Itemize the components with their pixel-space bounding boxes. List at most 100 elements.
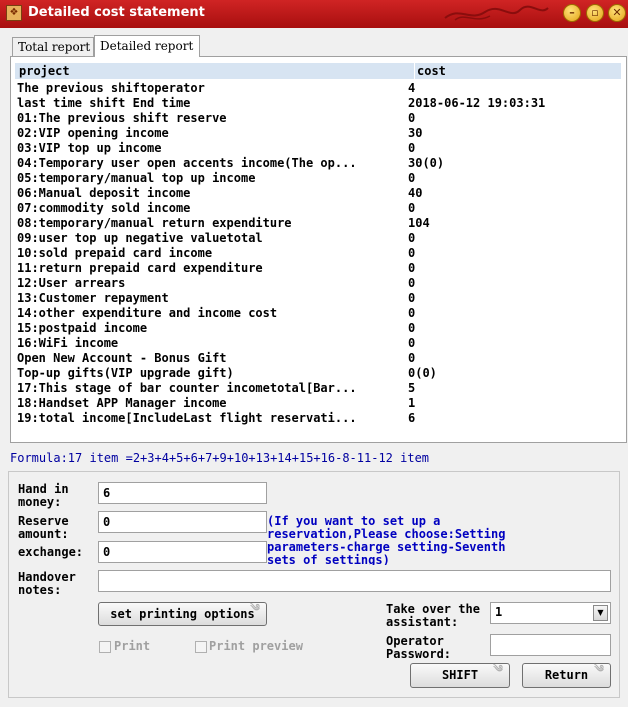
chevron-down-icon[interactable]: ▼ [593, 605, 608, 621]
shift-button[interactable]: SHIFT ༄ [410, 663, 510, 688]
row-project-cell: 03:VIP top up income [17, 141, 162, 155]
hand-in-money-label: Hand in money: [18, 483, 69, 509]
swirl-decoration-icon: ༄ [594, 664, 604, 675]
reserve-amount-label-line2: amount: [18, 527, 69, 541]
row-cost-cell: 30 [408, 126, 423, 140]
take-over-assistant-select[interactable]: 1 ▼ [490, 602, 611, 624]
take-over-assistant-value: 1 [495, 605, 503, 619]
row-project-cell: Open New Account - Bonus Gift [17, 351, 227, 365]
row-project-cell: 02:VIP opening income [17, 126, 169, 140]
row-project-cell: 04:Temporary user open accents income(Th… [17, 156, 357, 170]
print-label[interactable]: Print [114, 640, 150, 653]
row-cost-cell: 0 [408, 231, 416, 245]
print-preview-label[interactable]: Print preview [209, 640, 303, 653]
table-row[interactable]: 11:return prepaid card expenditure 0 [11, 261, 626, 276]
table-row[interactable]: 15:postpaid income 0 [11, 321, 626, 336]
maximize-icon[interactable]: ▫ [586, 4, 604, 22]
operator-password-input[interactable] [490, 634, 611, 656]
table-row[interactable]: 17:This stage of bar counter incometotal… [11, 381, 626, 396]
tab-total-report[interactable]: Total report [12, 37, 94, 56]
row-project-cell: 01:The previous shift reserve [17, 111, 227, 125]
column-header-cost[interactable]: cost [417, 64, 446, 78]
row-cost-cell: 0(0) [408, 366, 437, 380]
row-cost-cell: 0 [408, 291, 416, 305]
row-cost-cell: 0 [408, 246, 416, 260]
close-icon[interactable]: ✕ [608, 4, 626, 22]
hand-in-money-label-line2: money: [18, 495, 62, 509]
table-row[interactable]: 12:User arrears 0 [11, 276, 626, 291]
table-row[interactable]: 05:temporary/manual top up income 0 [11, 171, 626, 186]
print-preview-checkbox[interactable] [195, 641, 207, 653]
set-printing-options-label: set printing options [110, 607, 255, 621]
table-row[interactable]: 02:VIP opening income 30 [11, 126, 626, 141]
hand-in-money-input[interactable] [98, 482, 267, 504]
reserve-amount-label: Reserve amount: [18, 515, 69, 541]
table-row[interactable]: 14:other expenditure and income cost 0 [11, 306, 626, 321]
row-project-cell: 18:Handset APP Manager income [17, 396, 227, 410]
table-row[interactable]: 10:sold prepaid card income 0 [11, 246, 626, 261]
title-decoration [444, 5, 549, 21]
column-separator[interactable] [414, 63, 415, 79]
table-row[interactable]: 09:user top up negative valuetotal 0 [11, 231, 626, 246]
row-cost-cell: 0 [408, 201, 416, 215]
table-row[interactable]: 04:Temporary user open accents income(Th… [11, 156, 626, 171]
exchange-input[interactable] [98, 541, 267, 563]
row-cost-cell: 0 [408, 321, 416, 335]
table-row[interactable]: The previous shiftoperator 4 [11, 81, 626, 96]
set-printing-options-button[interactable]: set printing options ༄ [98, 602, 267, 626]
minimize-icon[interactable]: – [563, 4, 581, 22]
row-project-cell: The previous shiftoperator [17, 81, 205, 95]
row-project-cell: 14:other expenditure and income cost [17, 306, 278, 320]
app-icon: ❖ [6, 5, 22, 21]
print-checkbox[interactable] [99, 641, 111, 653]
return-button[interactable]: Return ༄ [522, 663, 611, 688]
row-cost-cell: 1 [408, 396, 416, 410]
row-project-cell: Top-up gifts(VIP upgrade gift) [17, 366, 234, 380]
table-row[interactable]: 06:Manual deposit income 40 [11, 186, 626, 201]
table-row[interactable]: 13:Customer repayment 0 [11, 291, 626, 306]
table-row[interactable]: 07:commodity sold income 0 [11, 201, 626, 216]
table-row[interactable]: 19:total income[IncludeLast flight reser… [11, 411, 626, 426]
table-row[interactable]: 08:temporary/manual return expenditure 10… [11, 216, 626, 231]
row-cost-cell: 30(0) [408, 156, 445, 170]
window-title: Detailed cost statement [28, 5, 205, 20]
row-cost-cell: 104 [408, 216, 430, 230]
table-row[interactable]: 16:WiFi income 0 [11, 336, 626, 351]
table-row[interactable]: 03:VIP top up income 0 [11, 141, 626, 156]
handover-notes-label: Handover notes: [18, 571, 76, 597]
row-project-cell: last time shift End time [17, 96, 191, 110]
table-row[interactable]: 18:Handset APP Manager income 1 [11, 396, 626, 411]
shift-button-label: SHIFT [441, 668, 479, 682]
table-row[interactable]: Open New Account - Bonus Gift 0 [11, 351, 626, 366]
report-panel: project cost The previous shiftoperator 4… [10, 56, 627, 443]
row-project-cell: 15:postpaid income [17, 321, 148, 335]
row-project-cell: 16:WiFi income [17, 336, 119, 350]
return-button-label: Return [544, 668, 589, 682]
column-header-project[interactable]: project [19, 64, 70, 78]
reservation-hint: (If you want to set up a reservation,Ple… [267, 515, 557, 565]
table-row[interactable]: last time shift End time 2018-06-12 19:03… [11, 96, 626, 111]
table-row[interactable]: Top-up gifts(VIP upgrade gift) 0(0) [11, 366, 626, 381]
row-project-cell: 10:sold prepaid card income [17, 246, 213, 260]
row-cost-cell: 5 [408, 381, 416, 395]
row-cost-cell: 0 [408, 111, 416, 125]
operator-password-label-line2: Password: [386, 647, 452, 661]
row-project-cell: 05:temporary/manual top up income [17, 171, 256, 185]
row-cost-cell: 0 [408, 306, 416, 320]
row-cost-cell: 4 [408, 81, 416, 95]
exchange-label: exchange: [18, 545, 84, 559]
row-project-cell: 09:user top up negative valuetotal [17, 231, 263, 245]
row-project-cell: 13:Customer repayment [17, 291, 169, 305]
row-cost-cell: 6 [408, 411, 416, 425]
formula-text: Formula:17 item =2+3+4+5+6+7+9+10+13+14+… [10, 451, 430, 465]
row-cost-cell: 0 [408, 276, 416, 290]
reserve-amount-input[interactable] [98, 511, 267, 533]
table-row[interactable]: 01:The previous shift reserve 0 [11, 111, 626, 126]
row-project-cell: 07:commodity sold income [17, 201, 191, 215]
tab-detailed-report[interactable]: Detailed report [94, 35, 200, 57]
row-cost-cell: 0 [408, 336, 416, 350]
row-project-cell: 11:return prepaid card expenditure [17, 261, 263, 275]
row-project-cell: 06:Manual deposit income [17, 186, 191, 200]
handover-notes-input[interactable] [98, 570, 611, 592]
row-cost-cell: 0 [408, 351, 416, 365]
